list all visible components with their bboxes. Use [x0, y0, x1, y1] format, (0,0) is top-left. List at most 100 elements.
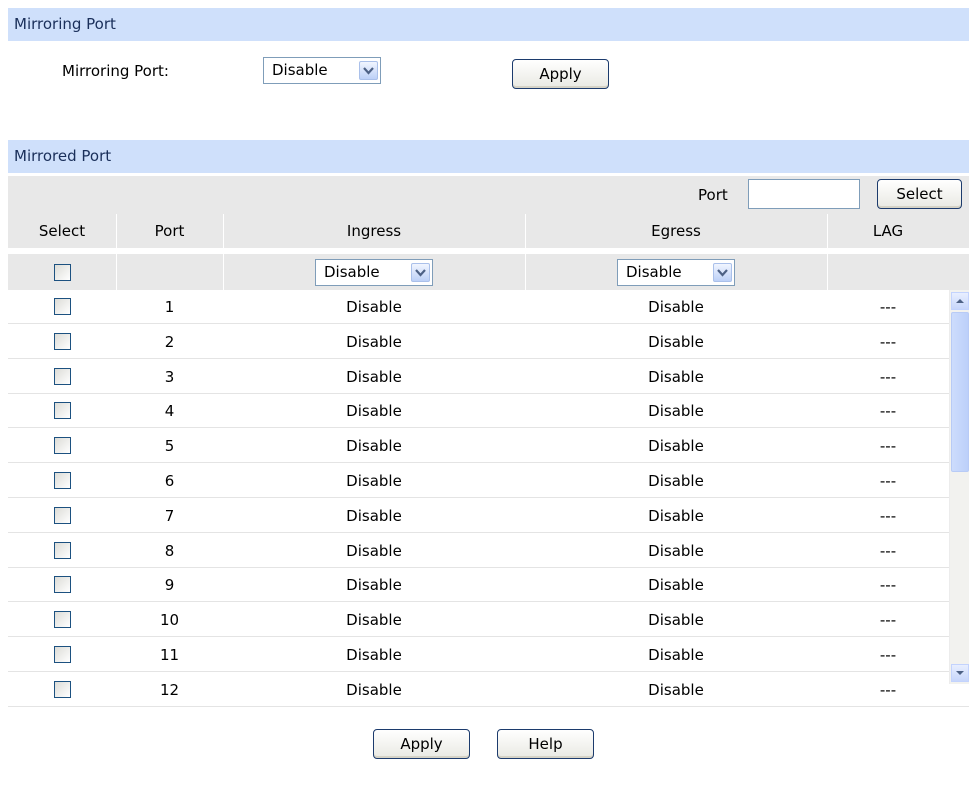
table-row: 10 Disable Disable --- [8, 603, 969, 638]
row-port: 2 [164, 332, 175, 351]
row-port: 4 [164, 402, 175, 421]
row-egress: Disable [648, 298, 704, 316]
row-select-checkbox[interactable] [54, 506, 71, 524]
help-button[interactable]: Help [497, 729, 594, 759]
row-ingress: Disable [346, 332, 402, 351]
row-ingress: Disable [346, 646, 402, 664]
table-row: 6 Disable Disable --- [8, 464, 969, 498]
column-header-select: Select [38, 222, 86, 240]
table-row: 12 Disable Disable --- [8, 673, 969, 707]
row-egress: Disable [648, 611, 704, 630]
row-lag: --- [879, 646, 897, 664]
row-select-checkbox[interactable] [54, 367, 71, 385]
row-port: 8 [164, 541, 175, 560]
scroll-thumb[interactable] [951, 312, 969, 472]
port-filter-label: Port [698, 186, 728, 204]
table-row: 7 Disable Disable --- [8, 499, 969, 533]
row-lag: --- [879, 541, 897, 560]
row-egress: Disable [648, 367, 704, 386]
row-select-checkbox[interactable] [54, 646, 71, 663]
mirroring-port-header: Mirroring Port [8, 8, 969, 41]
row-ingress: Disable [346, 472, 402, 490]
row-lag: --- [879, 611, 897, 630]
row-lag: --- [879, 680, 897, 699]
row-select-checkbox[interactable] [54, 541, 71, 559]
row-select-checkbox[interactable] [54, 298, 71, 315]
row-select-checkbox[interactable] [54, 402, 71, 420]
mirrored-port-header: Mirrored Port [8, 140, 969, 173]
row-ingress: Disable [346, 402, 402, 421]
table-row: 8 Disable Disable --- [8, 534, 969, 568]
row-port: 9 [164, 576, 175, 595]
port-filter-input[interactable] [748, 179, 860, 209]
select-ports-button[interactable]: Select [877, 179, 962, 209]
mirroring-apply-button[interactable]: Apply [512, 59, 609, 89]
row-egress: Disable [648, 576, 704, 595]
row-lag: --- [879, 367, 897, 386]
egress-all-select[interactable]: Disable [617, 259, 735, 286]
row-port: 6 [164, 472, 175, 490]
row-select-checkbox[interactable] [54, 332, 71, 350]
row-egress: Disable [648, 646, 704, 664]
row-egress: Disable [648, 541, 704, 560]
row-egress: Disable [648, 472, 704, 490]
row-ingress: Disable [346, 611, 402, 630]
row-port: 7 [164, 506, 175, 525]
mirroring-port-select-value: Disable [272, 61, 328, 79]
scroll-up-button[interactable] [951, 292, 969, 310]
chevron-down-icon [713, 263, 732, 282]
egress-all-select-value: Disable [626, 263, 682, 281]
arrow-down-icon [956, 671, 964, 675]
row-egress: Disable [648, 506, 704, 525]
row-lag: --- [879, 576, 897, 595]
row-egress: Disable [648, 402, 704, 421]
chevron-down-icon [411, 263, 430, 282]
mirroring-port-select[interactable]: Disable [263, 57, 381, 84]
row-lag: --- [879, 402, 897, 421]
ingress-all-select-value: Disable [324, 263, 380, 281]
table-row: 5 Disable Disable --- [8, 429, 969, 464]
row-port: 1 [164, 298, 175, 316]
port-filter-bar: Port Select [8, 176, 969, 214]
mirroring-port-label: Mirroring Port: [62, 62, 169, 80]
row-egress: Disable [648, 437, 704, 456]
ingress-all-select[interactable]: Disable [315, 259, 433, 286]
row-port: 5 [164, 437, 175, 456]
row-ingress: Disable [346, 541, 402, 560]
column-header-port: Port [154, 222, 185, 240]
row-select-checkbox[interactable] [54, 680, 71, 698]
row-port: 10 [159, 611, 180, 630]
table-row: 11 Disable Disable --- [8, 638, 969, 672]
column-header-egress: Egress [651, 222, 701, 240]
row-ingress: Disable [346, 298, 402, 316]
row-ingress: Disable [346, 437, 402, 456]
row-select-checkbox[interactable] [54, 576, 71, 594]
row-lag: --- [879, 332, 897, 351]
table-row: 4 Disable Disable --- [8, 394, 969, 429]
row-select-checkbox[interactable] [54, 472, 71, 489]
row-lag: --- [879, 472, 897, 490]
row-ingress: Disable [346, 367, 402, 386]
bulk-edit-row: Disable Disable [8, 254, 969, 290]
table-row: 3 Disable Disable --- [8, 360, 969, 394]
row-port: 3 [164, 367, 175, 386]
row-ingress: Disable [346, 506, 402, 525]
select-all-checkbox[interactable] [54, 264, 71, 281]
row-select-checkbox[interactable] [54, 611, 71, 629]
footer-apply-button[interactable]: Apply [373, 729, 470, 759]
chevron-down-icon [359, 61, 378, 80]
table-row: 2 Disable Disable --- [8, 325, 969, 359]
row-ingress: Disable [346, 680, 402, 699]
row-ingress: Disable [346, 576, 402, 595]
row-port: 12 [159, 680, 180, 699]
scroll-down-button[interactable] [951, 664, 969, 682]
column-header-ingress: Ingress [346, 222, 402, 240]
row-lag: --- [879, 506, 897, 525]
row-port: 11 [159, 646, 180, 664]
row-egress: Disable [648, 332, 704, 351]
table-scrollbar[interactable] [949, 290, 969, 684]
arrow-up-icon [956, 299, 964, 303]
row-select-checkbox[interactable] [54, 437, 71, 455]
table-row: 1 Disable Disable --- [8, 290, 969, 324]
table-header-row: Select Port Ingress Egress LAG [8, 214, 969, 248]
